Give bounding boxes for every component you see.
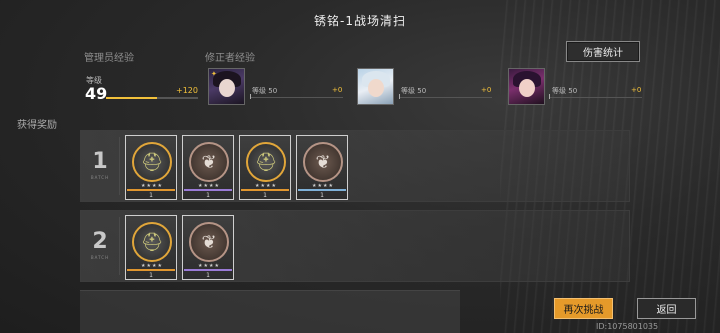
batch-number: 2 [92,229,108,254]
reward-batch-3-partial [80,290,460,333]
rectifier-3-exp-bar [550,97,642,98]
reward-item-card[interactable]: ⛑ ★★★★ 1 [239,135,291,200]
retry-button[interactable]: 再次挑战 [554,298,613,319]
reward-item-card[interactable]: ⛑ ★★★★ 1 [125,135,177,200]
rarity-bar [184,189,232,191]
item-quantity: 1 [263,192,267,199]
rectifier-3-gain: +0 [631,86,642,94]
back-button[interactable]: 返回 [637,298,696,319]
rarity-bar [298,189,346,191]
reward-item-card[interactable]: ❦ ★★★★ 1 [182,215,234,280]
winged-emblem-icon: ❦ [189,222,229,262]
item-quantity: 1 [320,192,324,199]
rectifier-portrait-2 [357,68,394,105]
rectifier-exp-label: 修正者经验 [205,53,255,64]
batch-word: BATCH [90,255,110,260]
page-title: 锈铭-1战场清扫 [314,14,406,28]
manager-exp-gain: +120 [176,86,198,95]
rectifier-portrait-3 [508,68,545,105]
batch-word: BATCH [90,175,110,180]
spartan-helmet-icon: ⛑ [246,142,286,182]
manager-exp-bar [106,97,198,99]
rectifier-2-gain: +0 [481,86,492,94]
manager-exp-bar-fill [106,97,157,99]
rectifier-portrait-1: ✦ [208,68,245,105]
rarity-bar [184,269,232,271]
rectifier-2-exp-bar [400,97,492,98]
item-quantity: 1 [206,192,210,199]
item-quantity: 1 [149,272,153,279]
reward-item-card[interactable]: ❦ ★★★★ 1 [296,135,348,200]
rectifier-1-exp-bar [251,97,343,98]
winged-emblem-icon: ❦ [189,142,229,182]
rectifier-1-level: 等级 50 [252,87,278,95]
rectifier-3-level: 等级 50 [552,87,578,95]
spartan-helmet-icon: ⛑ [132,142,172,182]
rank-badge-icon: ✦ [211,70,217,78]
spartan-helmet-icon: ⛑ [132,222,172,262]
rewards-label: 获得奖励 [17,120,57,131]
winged-emblem-icon: ❦ [303,142,343,182]
rarity-bar [127,269,175,271]
manager-level-value: 49 [85,84,108,103]
rarity-bar [127,189,175,191]
reward-batch-1: 1 BATCH ⛑ ★★★★ 1 ❦ ★★★★ 1 ⛑ ★★★★ 1 ❦ ★★★★ 1 [80,130,630,202]
user-id-text: ID:1075801035 [596,322,659,331]
damage-stats-button[interactable]: 伤害统计 [566,41,640,62]
rarity-bar [241,189,289,191]
item-quantity: 1 [149,192,153,199]
rectifier-2-level: 等级 50 [401,87,427,95]
manager-exp-label: 管理员经验 [84,53,134,64]
reward-item-card[interactable]: ❦ ★★★★ 1 [182,135,234,200]
reward-item-card[interactable]: ⛑ ★★★★ 1 [125,215,177,280]
reward-batch-2: 2 BATCH ⛑ ★★★★ 1 ❦ ★★★★ 1 [80,210,630,282]
batch-number: 1 [92,149,108,174]
item-quantity: 1 [206,272,210,279]
rectifier-1-gain: +0 [332,86,343,94]
